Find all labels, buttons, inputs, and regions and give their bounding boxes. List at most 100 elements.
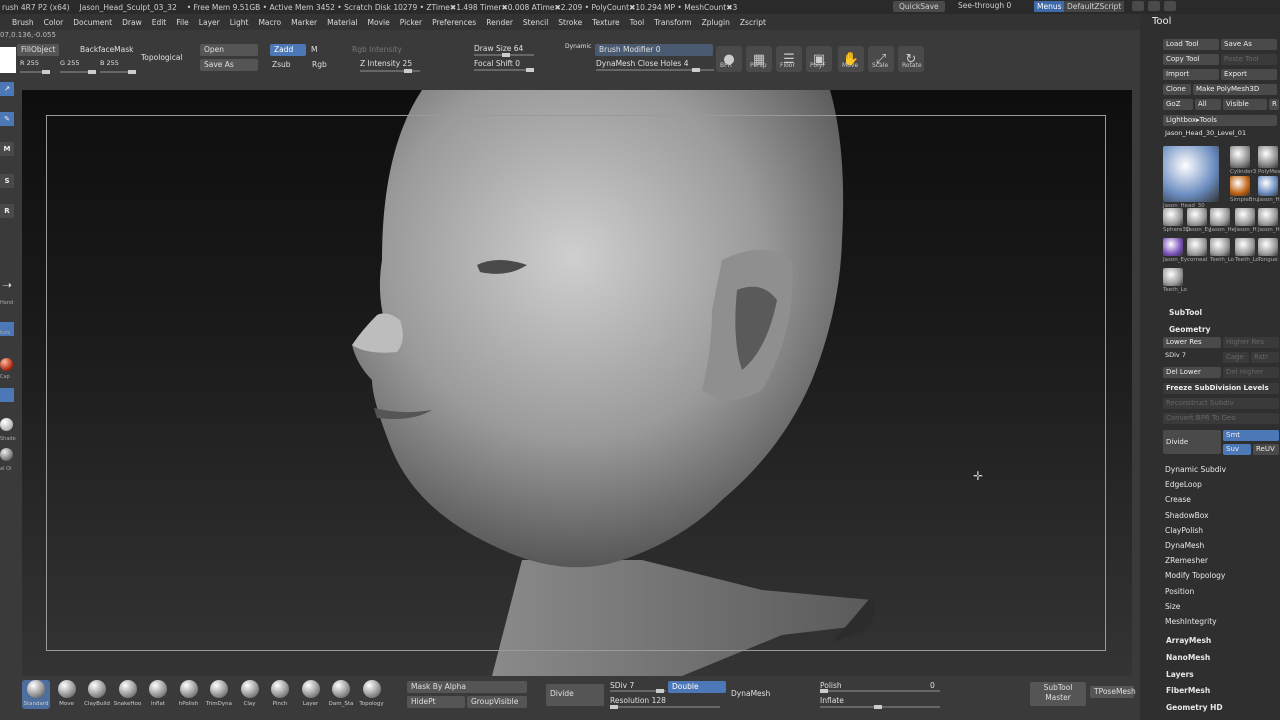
tool-thumbnail[interactable] [1230, 176, 1250, 196]
tool-thumbnail[interactable] [1235, 208, 1255, 226]
resolution-slider[interactable]: Resolution 128 [610, 696, 666, 705]
lower-res-button[interactable]: Lower Res [1163, 337, 1221, 348]
subtool-section[interactable]: SubTool [1169, 308, 1202, 317]
rotate-mode-button[interactable]: R [0, 204, 14, 218]
rgb-button[interactable]: Rgb [312, 60, 327, 69]
z-intensity-track[interactable] [360, 69, 420, 73]
hand-brush-icon[interactable]: ➝ [0, 278, 14, 292]
brush-move[interactable]: Move [53, 680, 81, 707]
b-value[interactable]: B 255 [100, 59, 119, 67]
menu-edit[interactable]: Edit [152, 18, 167, 27]
brush-snakehoo[interactable]: SnakeHoo [114, 680, 142, 707]
subtool-master-button[interactable]: SubTool Master [1030, 682, 1086, 706]
divide-button[interactable]: Divide [546, 684, 604, 706]
zsub-button[interactable]: Zsub [272, 60, 291, 69]
reconstruct-subdiv-button[interactable]: Reconstruct Subdiv [1163, 398, 1279, 409]
section-layers[interactable]: Layers [1166, 670, 1194, 679]
tool-thumbnail[interactable] [1235, 238, 1255, 256]
menu-file[interactable]: File [176, 18, 189, 27]
menus-button[interactable]: Menus [1034, 1, 1065, 12]
menu-stencil[interactable]: Stencil [523, 18, 548, 27]
brush-layer[interactable]: Layer [297, 680, 325, 707]
tool-thumbnail[interactable] [1210, 208, 1230, 226]
menu-marker[interactable]: Marker [291, 18, 317, 27]
menu-layer[interactable]: Layer [199, 18, 220, 27]
maximize-icon[interactable] [1148, 1, 1160, 11]
cage-button[interactable]: Cage [1223, 352, 1249, 363]
menu-color[interactable]: Color [44, 18, 64, 27]
dynamesh-close-holes-slider[interactable]: DynaMesh Close Holes 4 [596, 59, 689, 68]
section-geometry-hd[interactable]: Geometry HD [1166, 703, 1223, 712]
material-gray-icon[interactable] [0, 448, 13, 461]
edit-mode-icon[interactable]: ✎ [0, 112, 14, 126]
open-button[interactable]: Open [200, 44, 258, 56]
menu-texture[interactable]: Texture [592, 18, 619, 27]
geometry-modify-topology[interactable]: Modify Topology [1165, 571, 1225, 580]
tool-thumbnail[interactable] [1258, 208, 1278, 226]
menu-draw[interactable]: Draw [122, 18, 142, 27]
divide-panel-button[interactable]: Divide [1163, 430, 1221, 454]
close-icon[interactable] [1164, 1, 1176, 11]
rgb-intensity-slider[interactable]: Rgb Intensity [352, 45, 402, 54]
geometry-dynamic-subdiv[interactable]: Dynamic Subdiv [1165, 465, 1226, 474]
fill-object-button[interactable]: FillObject [17, 44, 60, 56]
geometry-size[interactable]: Size [1165, 602, 1180, 611]
geometry-position[interactable]: Position [1165, 587, 1194, 596]
lightbox-tools-button[interactable]: Lightbox▸Tools [1163, 115, 1277, 126]
section-fibermesh[interactable]: FiberMesh [1166, 686, 1210, 695]
g-value[interactable]: G 255 [60, 59, 80, 67]
dynamic-toggle[interactable]: Dynamic [565, 43, 591, 50]
geometry-meshintegrity[interactable]: MeshIntegrity [1165, 617, 1217, 626]
reuv-toggle[interactable]: ReUV [1253, 444, 1279, 455]
menu-movie[interactable]: Movie [368, 18, 390, 27]
higher-res-button[interactable]: Higher Res [1223, 337, 1279, 348]
sdiv-track[interactable] [610, 689, 666, 693]
viewport-canvas[interactable]: ✛ [22, 90, 1132, 676]
freeze-subdivision-button[interactable]: Freeze SubDivision Levels [1163, 383, 1279, 394]
tpose-mesh-button[interactable]: TPoseMesh [1090, 686, 1136, 698]
menu-zscript[interactable]: Zscript [740, 18, 766, 27]
geometry-shadowbox[interactable]: ShadowBox [1165, 511, 1209, 520]
brush-hpolish[interactable]: hPolish [175, 680, 203, 707]
b-slider[interactable] [100, 70, 136, 74]
save-as-button[interactable]: Save As [200, 59, 258, 71]
draw-size-slider[interactable]: Draw Size 64 [474, 44, 523, 53]
del-higher-button[interactable]: Del Higher [1223, 367, 1279, 378]
geometry-crease[interactable]: Crease [1165, 495, 1191, 504]
del-lower-button[interactable]: Del Lower [1163, 367, 1221, 378]
tool-thumbnail[interactable] [1187, 238, 1207, 256]
zadd-button[interactable]: Zadd [270, 44, 306, 56]
topological-toggle[interactable]: Topological [141, 53, 183, 62]
brush-modifier-slider[interactable]: Brush Modifier 0 [595, 44, 713, 56]
goz-r-button[interactable]: R [1269, 99, 1279, 110]
menu-zplugin[interactable]: Zplugin [702, 18, 730, 27]
load-tool-button[interactable]: Load Tool [1163, 39, 1219, 50]
make-polymesh-button[interactable]: Make PolyMesh3D [1193, 84, 1277, 95]
material-white-icon[interactable] [0, 418, 13, 431]
tool-thumbnail[interactable] [1258, 238, 1278, 256]
menu-material[interactable]: Material [327, 18, 357, 27]
dynamesh-button[interactable]: DynaMesh [731, 689, 770, 698]
brush-clay[interactable]: Clay [236, 680, 264, 707]
geometry-zremesher[interactable]: ZRemesher [1165, 556, 1208, 565]
menu-render[interactable]: Render [486, 18, 513, 27]
material-red-icon[interactable] [0, 358, 13, 371]
menu-light[interactable]: Light [230, 18, 249, 27]
convert-bpr-button[interactable]: Convert BPR To Geo [1163, 413, 1279, 424]
inflate-track[interactable] [820, 705, 940, 709]
inflate-slider[interactable]: Inflate [820, 696, 844, 705]
quicksave-button[interactable]: QuickSave [893, 1, 945, 12]
menu-stroke[interactable]: Stroke [558, 18, 582, 27]
tool-thumbnail[interactable] [1163, 238, 1183, 256]
see-through-slider[interactable]: See-through 0 [958, 1, 1011, 10]
m-button[interactable]: M [311, 45, 317, 54]
brush-trimdyna[interactable]: TrimDyna [205, 680, 233, 707]
double-toggle[interactable]: Double [668, 681, 726, 693]
z-intensity-slider[interactable]: Z Intensity 25 [360, 59, 412, 68]
color-swatch[interactable] [0, 47, 16, 73]
tool-thumbnail[interactable] [1187, 208, 1207, 226]
goz-all-button[interactable]: All [1195, 99, 1221, 110]
import-button[interactable]: Import [1163, 69, 1219, 80]
geometry-dynamesh[interactable]: DynaMesh [1165, 541, 1204, 550]
brush-topology[interactable]: Topology [358, 680, 386, 707]
